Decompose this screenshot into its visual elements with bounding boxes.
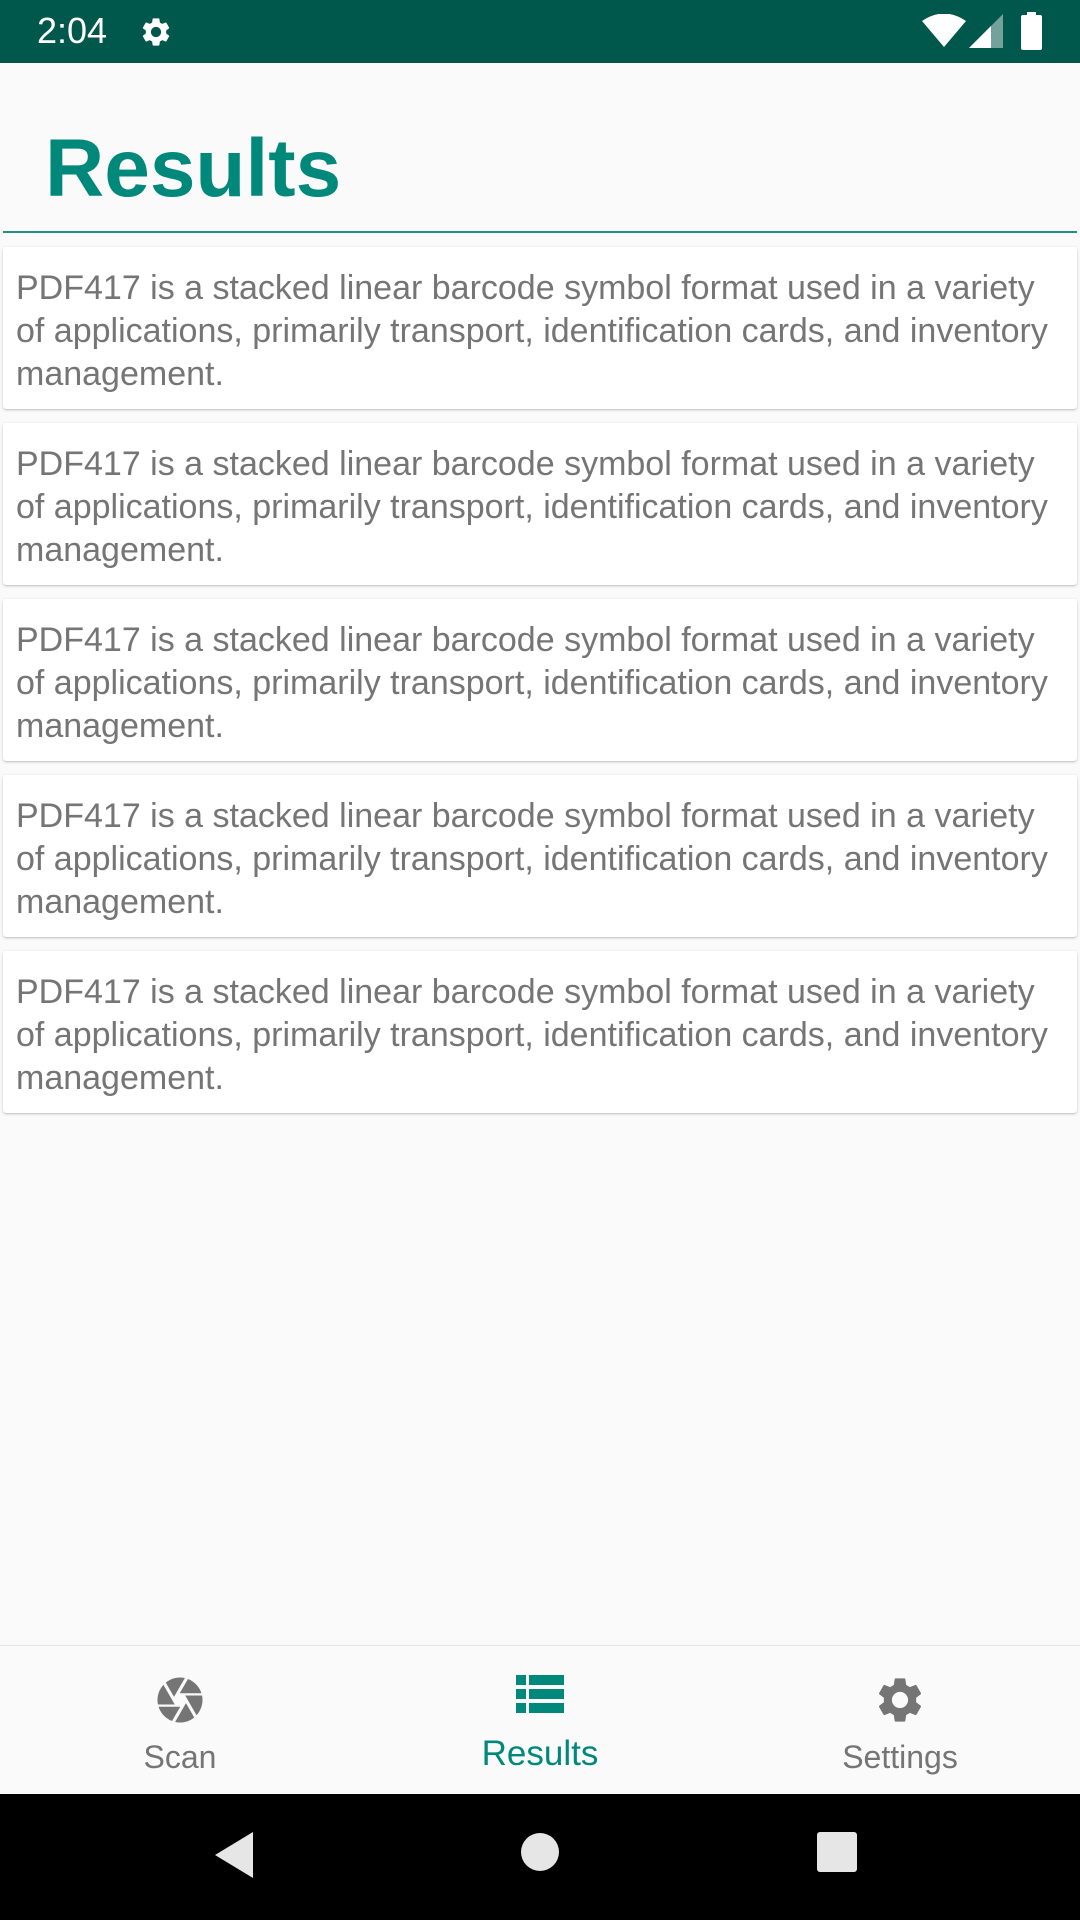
nav-label-settings: Settings [842, 1739, 958, 1775]
result-card[interactable]: PDF417 is a stacked linear barcode symbo… [3, 247, 1077, 409]
page-title: Results [45, 123, 342, 214]
list-icon [516, 1675, 564, 1713]
system-navigation-bar [0, 1794, 1080, 1920]
gear-icon [142, 18, 170, 46]
nav-label-results: Results [481, 1734, 599, 1773]
result-card[interactable]: PDF417 is a stacked linear barcode symbo… [3, 599, 1077, 761]
camera-shutter-icon [157, 1677, 203, 1723]
result-text: PDF417 is a stacked linear barcode symbo… [16, 973, 1048, 1097]
result-card[interactable]: PDF417 is a stacked linear barcode symbo… [3, 775, 1077, 937]
status-bar: 2:04 [0, 0, 1080, 63]
wifi-icon [922, 14, 966, 47]
result-list: PDF417 is a stacked linear barcode symbo… [3, 247, 1077, 1127]
home-icon[interactable] [520, 1832, 560, 1872]
status-time: 2:04 [37, 10, 108, 51]
nav-label-scan: Scan [143, 1739, 217, 1775]
nav-tab-scan[interactable]: Scan [0, 1646, 360, 1795]
result-text: PDF417 is a stacked linear barcode symbo… [16, 445, 1048, 569]
result-text: PDF417 is a stacked linear barcode symbo… [16, 797, 1048, 921]
title-divider [3, 231, 1077, 233]
nav-tab-settings[interactable]: Settings [720, 1646, 1080, 1795]
battery-icon [1021, 12, 1042, 50]
result-card[interactable]: PDF417 is a stacked linear barcode symbo… [3, 951, 1077, 1113]
back-icon[interactable] [213, 1830, 257, 1880]
nav-tab-results[interactable]: Results [360, 1646, 720, 1795]
result-text: PDF417 is a stacked linear barcode symbo… [16, 621, 1048, 745]
result-card[interactable]: PDF417 is a stacked linear barcode symbo… [3, 423, 1077, 585]
result-text: PDF417 is a stacked linear barcode symbo… [16, 269, 1048, 393]
signal-icon [969, 14, 1003, 48]
bottom-navigation: Scan Results Settings [0, 1645, 1080, 1794]
recents-icon[interactable] [817, 1832, 857, 1872]
gear-icon [878, 1678, 922, 1722]
